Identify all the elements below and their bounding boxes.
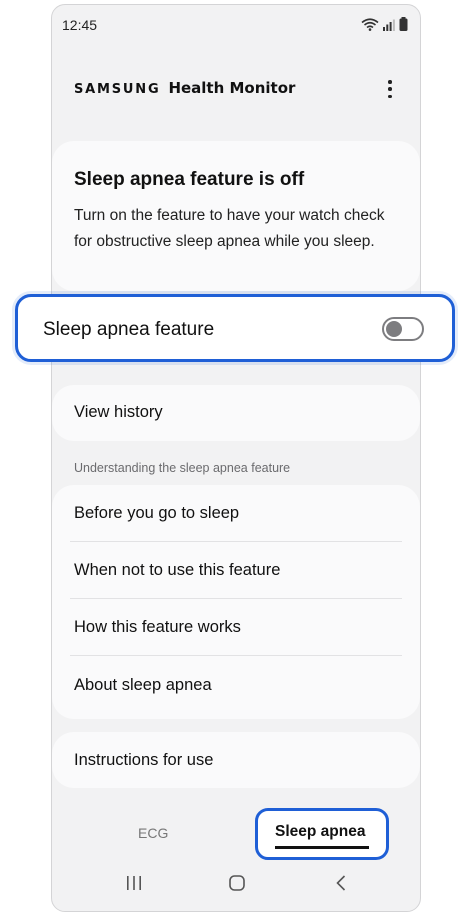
understanding-list: Before you go to sleep When not to use t… — [52, 485, 420, 719]
list-item-when-not-to-use[interactable]: When not to use this feature — [52, 542, 420, 599]
feature-status-description: Turn on the feature to have your watch c… — [74, 207, 385, 250]
list-item-label: When not to use this feature — [74, 561, 281, 579]
tab-ecg[interactable]: ECG — [138, 825, 168, 841]
sleep-apnea-feature-row[interactable]: Sleep apnea feature — [15, 294, 455, 362]
app-brand: SAMSUNG Health Monitor — [74, 79, 295, 97]
app-header: SAMSUNG Health Monitor — [52, 69, 420, 109]
system-nav-bar — [52, 859, 420, 911]
tab-sleep-apnea[interactable]: Sleep apnea — [255, 808, 389, 860]
toggle-knob — [386, 321, 402, 337]
back-icon[interactable] — [336, 875, 346, 896]
list-item-before-sleep[interactable]: Before you go to sleep — [52, 485, 420, 542]
feature-status-card: Sleep apnea feature is off Turn on the f… — [52, 141, 420, 291]
wifi-icon — [361, 17, 379, 36]
list-item-about-sleep-apnea[interactable]: About sleep apnea — [52, 657, 420, 714]
recents-icon[interactable] — [126, 876, 142, 895]
divider — [70, 655, 402, 656]
more-options-icon[interactable] — [382, 77, 398, 101]
status-time: 12:45 — [62, 17, 98, 33]
phone-screen: 12:45 SAMSUNG Health Monitor Sleep apnea… — [51, 4, 421, 912]
list-item-label: Before you go to sleep — [74, 504, 240, 522]
list-item-label: About sleep apnea — [74, 676, 212, 694]
status-bar: 12:45 — [52, 5, 420, 45]
feature-status-title: Sleep apnea feature is off — [74, 169, 305, 190]
product-name: Health Monitor — [168, 79, 296, 97]
instructions-label: Instructions for use — [74, 751, 214, 769]
instructions-row[interactable]: Instructions for use — [52, 732, 420, 788]
tab-sleep-apnea-label: Sleep apnea — [275, 823, 366, 840]
active-tab-indicator — [275, 846, 369, 849]
list-item-label: How this feature works — [74, 618, 241, 636]
view-history-row[interactable]: View history — [52, 385, 420, 441]
list-item-how-it-works[interactable]: How this feature works — [52, 599, 420, 656]
view-history-label: View history — [74, 403, 163, 421]
signal-icon — [383, 18, 395, 36]
battery-icon — [399, 17, 408, 36]
status-icons — [361, 17, 408, 36]
sleep-apnea-feature-toggle[interactable] — [382, 317, 424, 341]
home-icon[interactable] — [229, 875, 245, 896]
brand-name: SAMSUNG — [74, 82, 161, 97]
section-header: Understanding the sleep apnea feature — [74, 461, 291, 475]
sleep-apnea-feature-label: Sleep apnea feature — [43, 319, 215, 340]
